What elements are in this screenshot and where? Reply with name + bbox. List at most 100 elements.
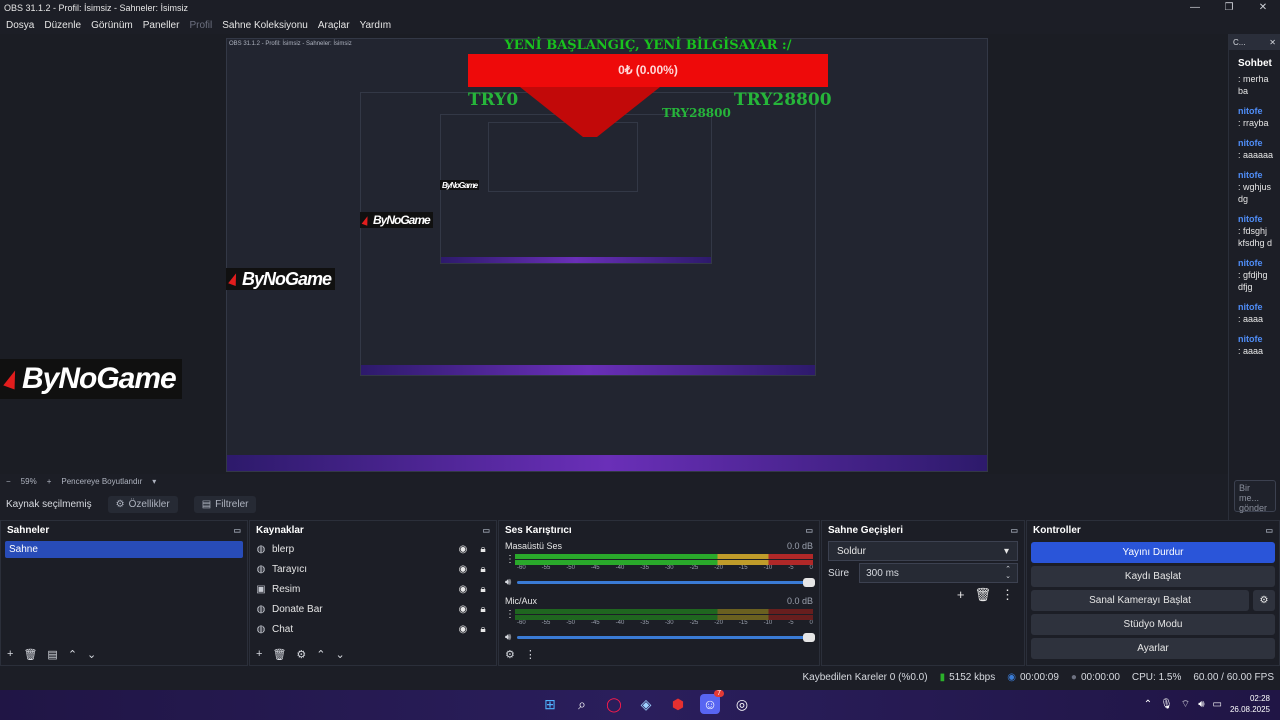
channel-name: Mic/Aux <box>505 596 538 606</box>
preview-canvas[interactable]: OBS 31.1.2 - Profil: İsimsiz - Sahneler:… <box>0 34 1228 474</box>
menu-docks[interactable]: Paneller <box>143 20 180 31</box>
close-button[interactable]: ✕ <box>1246 0 1280 16</box>
signal-icon: ▮ <box>939 671 946 683</box>
battery-icon[interactable]: ▭ <box>1213 699 1222 710</box>
dock-title: Ses Karıştırıcı <box>505 524 572 536</box>
source-item[interactable]: ◍ Chat ◉ 🔒︎ <box>250 619 496 639</box>
volume-icon[interactable]: 🔊︎ <box>1198 699 1204 710</box>
image-icon: ▣ <box>256 583 266 595</box>
channel-db: 0.0 dB <box>786 596 813 606</box>
lock-icon[interactable]: 🔒︎ <box>476 624 490 635</box>
minimize-button[interactable]: — <box>1178 0 1212 16</box>
speaker-icon[interactable]: 🔊︎ <box>505 632 511 643</box>
transition-menu-button[interactable]: ⋮ <box>1001 587 1014 603</box>
duration-spinbox[interactable]: 300 ms ⌃ ⌄ <box>859 563 1018 583</box>
scene-item[interactable]: Sahne <box>5 541 243 558</box>
source-item[interactable]: ◍ Tarayıcı ◉ 🔒︎ <box>250 559 496 579</box>
search-icon[interactable]: ⌕ <box>572 694 592 714</box>
eye-icon[interactable]: ◉ <box>456 584 470 595</box>
add-scene-button[interactable]: + <box>7 648 13 660</box>
menu-file[interactable]: Dosya <box>6 20 34 31</box>
chat-message: nitofe: wghjus dg <box>1238 170 1272 204</box>
source-item[interactable]: ◍ blerp ◉ 🔒︎ <box>250 539 496 559</box>
eye-icon[interactable]: ◉ <box>456 544 470 555</box>
move-down-button[interactable]: ⌄ <box>336 648 345 661</box>
move-up-button[interactable]: ⌃ <box>68 648 77 661</box>
chevron-down-icon[interactable]: ▾ <box>152 477 156 486</box>
channel-db: 0.0 dB <box>786 541 813 551</box>
chevron-up-icon[interactable]: ⌃ <box>1144 699 1152 710</box>
windows-icon[interactable]: ⊞ <box>540 694 560 714</box>
dock-title: Sahne Geçişleri <box>828 524 904 536</box>
popout-icon[interactable]: ▭ <box>1010 526 1018 535</box>
move-down-button[interactable]: ⌄ <box>87 648 96 661</box>
source-item[interactable]: ▣ Resim ◉ 🔒︎ <box>250 579 496 599</box>
eye-icon[interactable]: ◉ <box>456 564 470 575</box>
lock-icon[interactable]: 🔒︎ <box>476 604 490 615</box>
chat-message-list[interactable]: : merha ba nitofe: rrayba nitofe: aaaaaa… <box>1229 69 1280 357</box>
lock-icon[interactable]: 🔒︎ <box>476 584 490 595</box>
duration-row: Süre 300 ms ⌃ ⌄ <box>822 563 1024 583</box>
audio-meter <box>515 609 813 614</box>
controls-dock: Kontroller ▭ Yayını Durdur Kaydı Başlat S… <box>1026 520 1280 666</box>
mixer-channel: Mic/Aux 0.0 dB ⋮ -60 -55 -50 -45 -40 -35 -30 -25… <box>499 596 819 643</box>
eye-icon[interactable]: ◉ <box>456 604 470 615</box>
add-source-button[interactable]: + <box>256 648 262 660</box>
fit-to-window-button[interactable]: Pencereye Boyutlandır <box>61 477 142 486</box>
lock-icon[interactable]: 🔒︎ <box>476 544 490 555</box>
maximize-button[interactable]: ❐ <box>1212 0 1246 16</box>
goal-headline: YENİ BAŞLANGIÇ, YENİ BİLGİSAYAR :/ <box>504 38 792 53</box>
clock[interactable]: 02:28 26.08.2025 <box>1230 693 1270 715</box>
scene-filters-button[interactable]: ▤ <box>47 648 57 661</box>
microphone-icon[interactable]: 🎙︎ <box>1160 699 1173 710</box>
opera-icon[interactable]: ◯ <box>604 694 624 714</box>
discord-icon[interactable]: ☺ 7 <box>700 690 724 714</box>
start-recording-button[interactable]: Kaydı Başlat <box>1031 566 1275 587</box>
move-up-button[interactable]: ⌃ <box>316 648 325 661</box>
gear-icon[interactable]: ⚙ <box>296 648 306 661</box>
popout-icon[interactable]: ▭ <box>482 526 490 535</box>
popout-icon[interactable]: ▭ <box>1265 526 1273 535</box>
steam-icon[interactable]: ◈ <box>636 694 656 714</box>
nested-title: OBS 31.1.2 - Profil: İsimsiz - Sahneler:… <box>229 41 352 47</box>
source-item[interactable]: ◍ Donate Bar ◉ 🔒︎ <box>250 599 496 619</box>
channel-menu-button[interactable]: ⋮ <box>505 554 515 565</box>
menu-help[interactable]: Yardım <box>360 20 392 31</box>
menu-view[interactable]: Görünüm <box>91 20 133 31</box>
menu-scene-collection[interactable]: Sahne Koleksiyonu <box>222 20 308 31</box>
menu-edit[interactable]: Düzenle <box>44 20 81 31</box>
trash-icon[interactable]: 🗑 <box>272 648 286 661</box>
popout-icon[interactable]: ▭ <box>233 526 241 535</box>
start-virtual-camera-button[interactable]: Sanal Kamerayı Başlat <box>1031 590 1249 611</box>
close-icon[interactable]: ✕ <box>1269 38 1276 47</box>
add-transition-button[interactable]: + <box>957 587 965 603</box>
stop-streaming-button[interactable]: Yayını Durdur <box>1031 542 1275 563</box>
filters-button[interactable]: ▤ Filtreler <box>193 495 257 513</box>
trash-icon[interactable]: 🗑 <box>974 587 991 603</box>
game-icon[interactable]: ⬢ <box>668 694 688 714</box>
properties-button[interactable]: ⚙ Özellikler <box>107 495 178 513</box>
volume-slider[interactable] <box>517 632 815 642</box>
lock-icon[interactable]: 🔒︎ <box>476 564 490 575</box>
eye-icon[interactable]: ◉ <box>456 624 470 635</box>
menu-tools[interactable]: Araçlar <box>318 20 350 31</box>
channel-menu-button[interactable]: ⋮ <box>505 609 515 620</box>
mixer-settings-icon[interactable]: ⚙ <box>505 648 515 661</box>
popout-icon[interactable]: ▭ <box>805 526 813 535</box>
record-time: ● 00:00:00 <box>1070 671 1120 683</box>
volume-slider[interactable] <box>517 577 815 587</box>
fps: 60.00 / 60.00 FPS <box>1193 671 1274 683</box>
trash-icon[interactable]: 🗑 <box>23 648 37 661</box>
mixer-menu-button[interactable]: ⋮ <box>525 648 536 661</box>
speaker-icon[interactable]: 🔊︎ <box>505 577 511 588</box>
studio-mode-button[interactable]: Stüdyo Modu <box>1031 614 1275 635</box>
nested-taskbar <box>227 455 987 471</box>
obs-icon[interactable]: ◎ <box>732 694 752 714</box>
network-icon[interactable]: ⌔ <box>1181 698 1190 711</box>
gear-icon[interactable]: ⚙ <box>1253 590 1275 611</box>
zoom-in-button[interactable]: + <box>47 477 52 486</box>
dock-title: Sahneler <box>7 524 50 536</box>
settings-button[interactable]: Ayarlar <box>1031 638 1275 659</box>
zoom-out-button[interactable]: − <box>6 477 11 486</box>
transition-select[interactable]: Soldur ▾ <box>828 541 1018 561</box>
